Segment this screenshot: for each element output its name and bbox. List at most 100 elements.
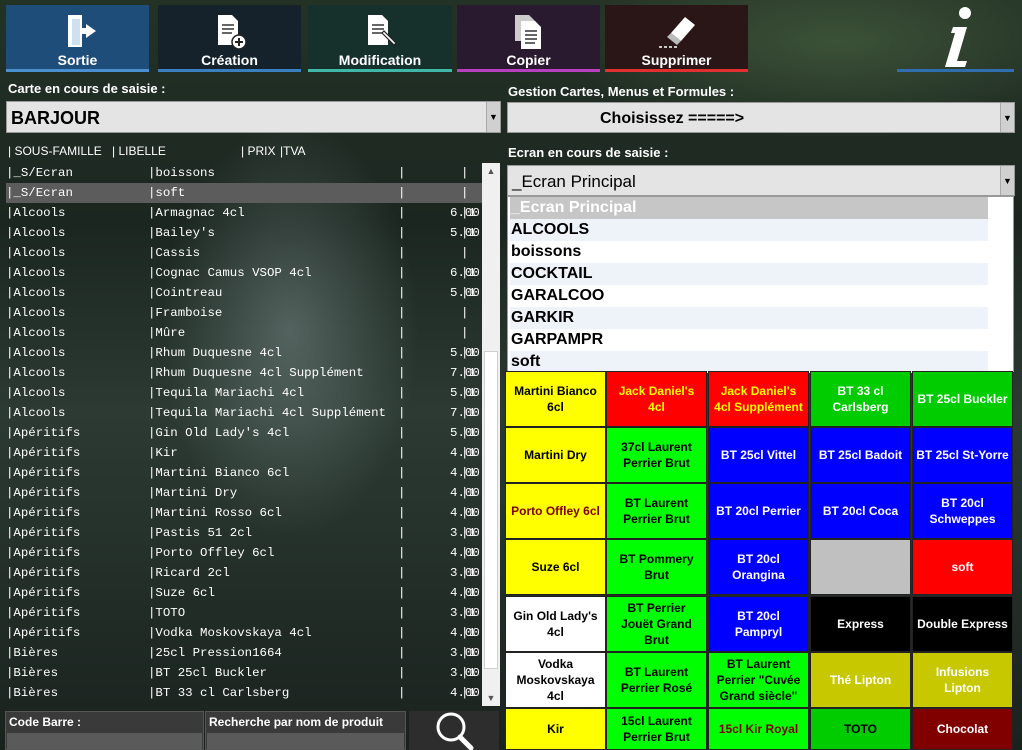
product-button[interactable]: Martini Dry xyxy=(505,427,606,483)
list-row[interactable]: |Apéritifs |Porto Offley 6cl | 4.00 |1 xyxy=(6,543,482,563)
code-barre-input[interactable] xyxy=(7,733,202,749)
list-row[interactable]: |Alcools |Rhum Duquesne 4cl | 5.00 |1 xyxy=(6,343,482,363)
product-button[interactable]: TOTO xyxy=(810,708,911,750)
list-row[interactable]: |Alcools |Mûre | | xyxy=(6,323,482,343)
list-row[interactable]: |Alcools |Armagnac 4cl | 6.00 |1 xyxy=(6,203,482,223)
dropdown-option[interactable]: boissons xyxy=(510,241,988,263)
gestion-select[interactable]: Choisissez =====> ▼ xyxy=(507,102,1015,133)
product-button[interactable]: BT Laurent Perrier Rosé xyxy=(606,652,707,708)
list-row[interactable]: |Bières |BT 25cl Buckler | 3.00 |1 xyxy=(6,663,482,683)
product-button[interactable]: BT 20cl Schweppes xyxy=(912,483,1013,539)
product-button[interactable]: 15cl Kir Royal xyxy=(708,708,809,750)
dropdown-option[interactable]: GARKIR xyxy=(510,307,988,329)
list-row[interactable]: |Apéritifs |Pastis 51 2cl | 3.00 |1 xyxy=(6,523,482,543)
search-button[interactable] xyxy=(409,711,499,750)
product-button[interactable]: Kir xyxy=(505,708,606,750)
ecran-dropdown-list[interactable]: _Ecran Principal ALCOOLS boissons COCKTAIL G… xyxy=(507,196,1014,373)
product-button[interactable]: Infusions Lipton xyxy=(912,652,1013,708)
product-button[interactable]: Suze 6cl xyxy=(505,539,606,595)
product-button[interactable]: BT 20cl Perrier xyxy=(708,483,809,539)
row-tva: |1 xyxy=(461,406,476,420)
list-row[interactable]: |Alcools |Rhum Duquesne 4cl Supplément | 7… xyxy=(6,363,482,383)
product-button[interactable]: Martini Bianco 6cl xyxy=(505,371,606,427)
recherche-input[interactable] xyxy=(207,733,404,749)
list-row[interactable]: |Apéritifs |Martini Rosso 6cl | 4.00 |1 xyxy=(6,503,482,523)
carte-select[interactable]: BARJOUR ▼ xyxy=(6,101,501,133)
list-row[interactable]: |Alcools |Tequila Mariachi 4cl Supplément… xyxy=(6,403,482,423)
list-row[interactable]: |_S/Ecran |boissons | | xyxy=(6,163,482,183)
chevron-down-icon[interactable]: ▼ xyxy=(486,102,500,132)
gestion-value: Choisissez =====> xyxy=(600,110,745,127)
list-row[interactable]: |Apéritifs |Suze 6cl | 4.00 |1 xyxy=(6,583,482,603)
list-row[interactable]: |Apéritifs |Vodka Moskovskaya 4cl | 4.00 |1 xyxy=(6,623,482,643)
recherche-field[interactable]: Recherche par nom de produit xyxy=(205,711,406,750)
list-row[interactable]: |Alcools |Framboise | | xyxy=(6,303,482,323)
list-row[interactable]: |Bières |25cl Pression1664 | 3.00 |1 xyxy=(6,643,482,663)
product-button[interactable]: BT 25cl Badoit xyxy=(810,427,911,483)
product-button[interactable]: BT 20cl Coca xyxy=(810,483,911,539)
list-scrollbar[interactable]: ▲ ▼ xyxy=(482,163,500,706)
product-button[interactable]: Chocolat xyxy=(912,708,1013,750)
toolbar-button-supprimer[interactable]: Supprimer xyxy=(605,5,748,72)
ecran-select[interactable]: _Ecran Principal ▼ xyxy=(507,165,1015,196)
list-row[interactable]: |Alcools |Cointreau | 5.00 |1 xyxy=(6,283,482,303)
row-sousfamille: |Apéritifs xyxy=(6,466,81,480)
dropdown-option[interactable]: _Ecran Principal xyxy=(510,197,988,219)
product-button[interactable]: 15cl Laurent Perrier Brut xyxy=(606,708,707,750)
product-button[interactable]: BT Perrier Jouët Grand Brut xyxy=(606,596,707,652)
chevron-down-icon[interactable]: ▼ xyxy=(1000,103,1014,132)
toolbar-button-création[interactable]: Création xyxy=(158,5,301,72)
row-libelle: |Tequila Mariachi 4cl Supplément xyxy=(148,406,386,420)
product-button[interactable]: BT 20cl Orangina xyxy=(708,539,809,595)
chevron-down-icon[interactable]: ▼ xyxy=(1000,166,1014,195)
list-row[interactable]: |Bières |BT 33 cl Carlsberg | 4.00 |1 xyxy=(6,683,482,703)
toolbar-button-underline xyxy=(158,69,301,72)
product-button[interactable]: BT Laurent Perrier "Cuvée Grand siècle" xyxy=(708,652,809,708)
dropdown-option[interactable]: soft xyxy=(510,351,988,373)
product-list[interactable]: |_S/Ecran |boissons | | |_S/Ecran |soft | | |Alc… xyxy=(6,163,482,706)
dropdown-option[interactable]: GARPAMPR xyxy=(510,329,988,351)
row-tva: |1 xyxy=(461,446,476,460)
code-barre-field[interactable]: Code Barre : xyxy=(5,711,204,750)
list-row[interactable]: |Alcools |Cognac Camus VSOP 4cl | 6.00 |1 xyxy=(6,263,482,283)
scroll-thumb[interactable] xyxy=(484,351,498,669)
list-row[interactable]: |Apéritifs |Kir | 4.00 |1 xyxy=(6,443,482,463)
product-button[interactable] xyxy=(810,539,911,595)
product-button[interactable]: soft xyxy=(912,539,1013,595)
info-button[interactable] xyxy=(897,5,1014,72)
product-button[interactable]: Gin Old Lady's 4cl xyxy=(505,596,606,652)
toolbar-button-modification[interactable]: Modification xyxy=(308,5,452,72)
product-button[interactable]: Porto Offley 6cl xyxy=(505,483,606,539)
scroll-down-icon[interactable]: ▼ xyxy=(482,690,500,706)
dropdown-option[interactable]: GARALCOO xyxy=(510,285,988,307)
product-button[interactable]: BT Pommery Brut xyxy=(606,539,707,595)
list-row[interactable]: |Apéritifs |Martini Bianco 6cl | 4.00 |1 xyxy=(6,463,482,483)
product-button[interactable]: Jack Daniel's 4cl xyxy=(606,371,707,427)
product-button[interactable]: 37cl Laurent Perrier Brut xyxy=(606,427,707,483)
product-button[interactable]: Vodka Moskovskaya 4cl xyxy=(505,652,606,708)
product-button[interactable]: Express xyxy=(810,596,911,652)
toolbar-button-copier[interactable]: Copier xyxy=(457,5,600,72)
row-sousfamille: |Apéritifs xyxy=(6,526,81,540)
scroll-up-icon[interactable]: ▲ xyxy=(482,163,500,179)
list-row[interactable]: |_S/Ecran |soft | | xyxy=(6,183,482,203)
toolbar-button-sortie[interactable]: Sortie xyxy=(6,5,149,72)
product-button[interactable]: BT 25cl Buckler xyxy=(912,371,1013,427)
dropdown-option[interactable]: COCKTAIL xyxy=(510,263,988,285)
product-button[interactable]: Double Express xyxy=(912,596,1013,652)
list-row[interactable]: |Alcools |Cassis | | xyxy=(6,243,482,263)
product-button[interactable]: BT 25cl St-Yorre xyxy=(912,427,1013,483)
dropdown-option[interactable]: ALCOOLS xyxy=(510,219,988,241)
list-row[interactable]: |Apéritifs |Martini Dry | 4.00 |1 xyxy=(6,483,482,503)
product-button[interactable]: BT 33 cl Carlsberg xyxy=(810,371,911,427)
list-row[interactable]: |Alcools |Tequila Mariachi 4cl | 5.00 |1 xyxy=(6,383,482,403)
product-button[interactable]: BT 20cl Pampryl xyxy=(708,596,809,652)
list-row[interactable]: |Apéritifs |Ricard 2cl | 3.00 |1 xyxy=(6,563,482,583)
product-button[interactable]: BT Laurent Perrier Brut xyxy=(606,483,707,539)
list-row[interactable]: |Alcools |Bailey's | 5.00 |1 xyxy=(6,223,482,243)
product-button[interactable]: Thé Lipton xyxy=(810,652,911,708)
list-row[interactable]: |Apéritifs |Gin Old Lady's 4cl | 5.00 |1 xyxy=(6,423,482,443)
product-button[interactable]: Jack Daniel's 4cl Supplément xyxy=(708,371,809,427)
product-button[interactable]: BT 25cl Vittel xyxy=(708,427,809,483)
list-row[interactable]: |Apéritifs |TOTO | 3.00 |1 xyxy=(6,603,482,623)
